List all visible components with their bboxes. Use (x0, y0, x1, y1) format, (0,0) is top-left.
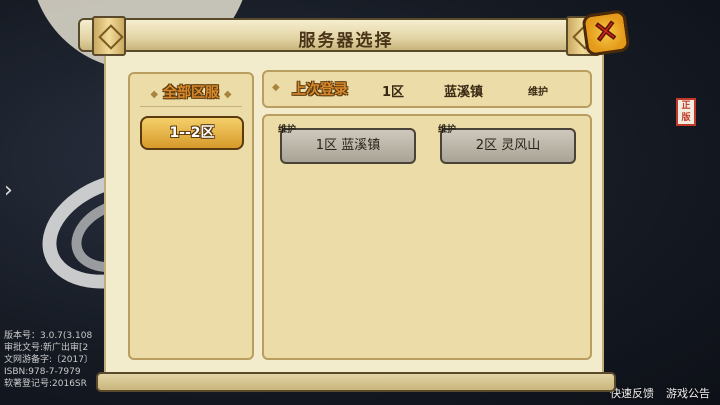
zone-range-button[interactable]: 1--2区 (140, 116, 244, 150)
server-list-panel: 1区 蓝溪镇 维护 2区 灵风山 维护 (262, 114, 592, 360)
close-x-icon: ✕ (590, 13, 621, 53)
chevron-right-icon[interactable]: › (4, 178, 13, 203)
diamond-icon: ◆ (223, 89, 232, 100)
server-status-badge: 维护 (438, 125, 457, 135)
last-login-zone: 1区 (382, 85, 405, 100)
all-zones-label: 全部区服 (163, 85, 219, 101)
feedback-link[interactable]: 快速反馈 (610, 385, 654, 401)
all-zones-header: ◆ 全部区服 ◆ (130, 82, 252, 102)
close-button[interactable]: ✕ (581, 9, 631, 57)
notice-link[interactable]: 游戏公告 (666, 385, 710, 401)
scroll-bottom-rod (96, 372, 616, 392)
server-status-badge: 维护 (278, 125, 297, 135)
last-login-server-name: 蓝溪镇 (444, 85, 484, 100)
zone-range-panel: ◆ 全部区服 ◆ 1--2区 (128, 72, 254, 360)
diamond-icon: ◆ (272, 82, 280, 93)
last-login-bar[interactable]: ◆ 上次登录 1区 蓝溪镇 维护 (262, 70, 592, 108)
divider (140, 106, 242, 107)
bottom-links: 快速反馈 游戏公告 (610, 385, 710, 401)
official-badge: 正版 (676, 98, 696, 126)
last-login-label: 上次登录 (292, 82, 348, 98)
last-login-status: 维护 (528, 87, 548, 98)
dialog-title: 服务器选择 (298, 31, 394, 51)
dialog-header: 服务器选择 (78, 16, 614, 56)
server-button[interactable]: 2区 灵风山 (440, 128, 576, 164)
server-button[interactable]: 1区 蓝溪镇 (280, 128, 416, 164)
diamond-icon: ◆ (150, 89, 159, 100)
